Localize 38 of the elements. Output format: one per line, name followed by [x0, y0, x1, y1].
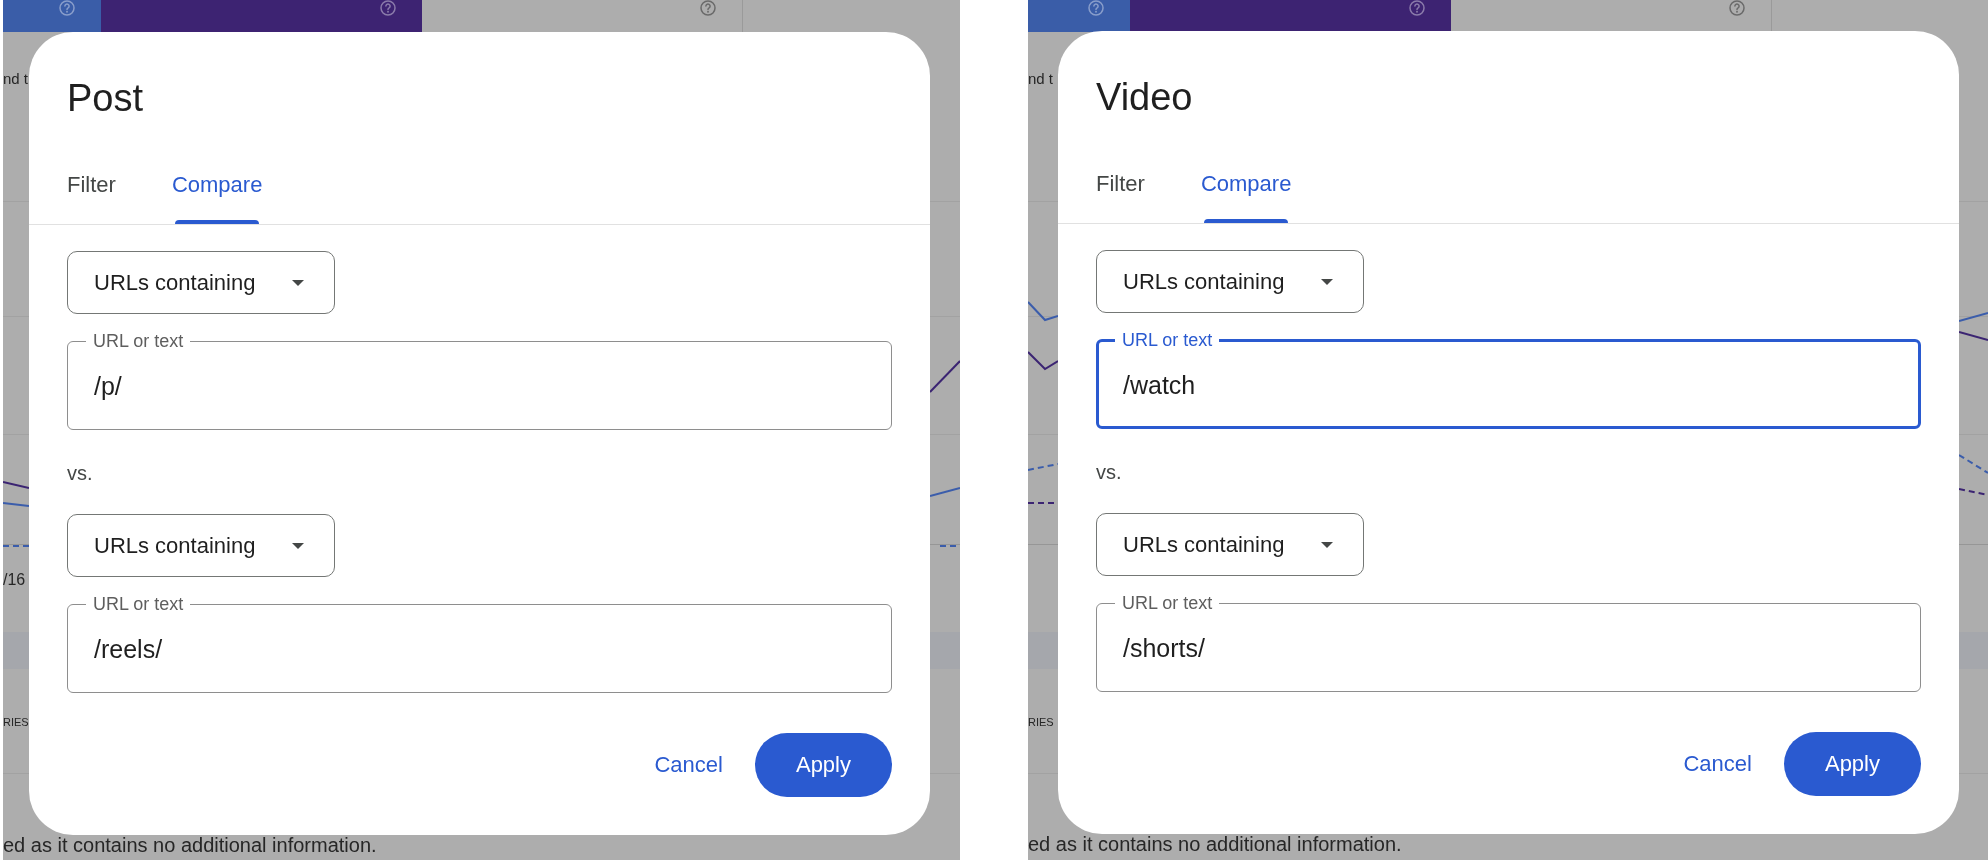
cancel-button[interactable]: Cancel [1667, 732, 1768, 796]
match-type-dropdown[interactable]: URLs containing [67, 251, 335, 314]
url-text-field[interactable]: URL or text /p/ [67, 331, 892, 430]
url-text-field[interactable]: URL or text /watch [1096, 330, 1921, 429]
match-type-dropdown[interactable]: URLs containing [1096, 513, 1364, 576]
tab[interactable]: Filter [67, 160, 116, 224]
axis-date-label: /16 [3, 570, 26, 590]
cancel-button[interactable]: Cancel [638, 733, 739, 797]
vs-label: vs. [1096, 460, 1122, 484]
apply-button[interactable]: Apply [754, 733, 892, 797]
note-text: ed as it contains no additional information. [3, 835, 377, 855]
url-text-field[interactable]: URL or text /reels/ [67, 594, 892, 693]
caret-icon [1321, 541, 1333, 548]
tab[interactable]: Filter [1096, 159, 1145, 223]
dialog-title: Post [67, 76, 144, 120]
help-icon [380, 0, 396, 16]
page-text: nd t [3, 69, 29, 89]
match-type-dropdown[interactable]: URLs containing [67, 514, 335, 577]
help-icon [1409, 0, 1425, 16]
tab[interactable]: Compare [171, 160, 263, 224]
vs-label: vs. [67, 461, 93, 485]
apply-button[interactable]: Apply [1783, 732, 1921, 796]
help-icon [1729, 0, 1745, 16]
match-type-dropdown[interactable]: URLs containing [1096, 250, 1364, 313]
caret-icon [292, 542, 304, 549]
page-text: nd t [1028, 69, 1054, 89]
line-chart-drawing [3, 478, 29, 550]
caret-icon [292, 279, 304, 286]
tab[interactable]: Compare [1200, 159, 1292, 223]
note-text: ed as it contains no additional information. [1028, 834, 1402, 854]
caret-icon [1321, 278, 1333, 285]
help-icon [1088, 0, 1104, 16]
url-text-field[interactable]: URL or text /shorts/ [1096, 593, 1921, 692]
help-icon [59, 0, 75, 16]
dialog-title: Video [1096, 75, 1193, 119]
help-icon [700, 0, 716, 16]
table-tab-label: RIES [1028, 715, 1054, 730]
table-tab-label: RIES [3, 715, 29, 730]
